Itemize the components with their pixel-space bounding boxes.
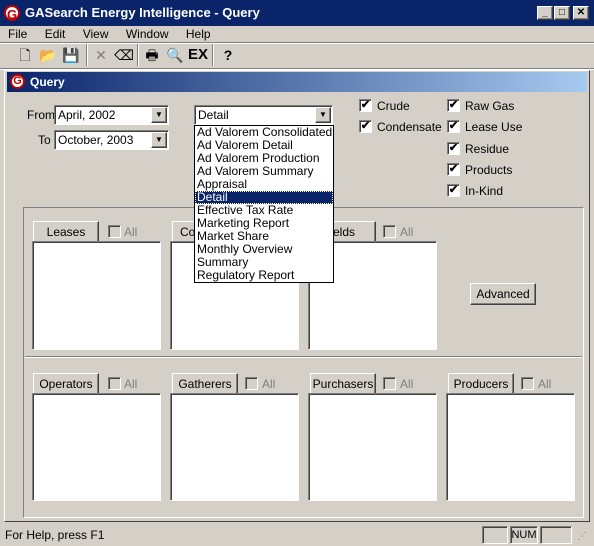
fields-all-checkbox[interactable] xyxy=(383,225,396,238)
leases-all-checkbox[interactable] xyxy=(108,225,121,238)
context-help-icon[interactable]: ? xyxy=(217,44,239,66)
delete-icon[interactable]: ✕ xyxy=(90,44,112,66)
from-date-value: April, 2002 xyxy=(58,108,116,122)
purchasers-list[interactable] xyxy=(308,393,437,501)
query-logo-icon: G xyxy=(10,74,25,89)
report-type-select[interactable]: Detail ▼ xyxy=(194,105,333,125)
close-button[interactable]: ✕ xyxy=(573,6,589,20)
operators-list[interactable] xyxy=(32,393,161,501)
query-title-bar: G Query xyxy=(7,72,587,92)
lease-use-checkbox[interactable]: ✔ xyxy=(447,120,460,133)
app-logo-icon: G xyxy=(4,5,20,22)
report-option[interactable]: Regulatory Report xyxy=(195,269,333,282)
purchasers-all-checkbox[interactable] xyxy=(383,377,396,390)
menu-edit[interactable]: Edit xyxy=(45,26,66,42)
producers-all-checkbox[interactable] xyxy=(521,377,534,390)
chevron-down-icon[interactable]: ▼ xyxy=(315,107,331,123)
report-type-value: Detail xyxy=(198,108,229,122)
query-title: Query xyxy=(30,75,65,89)
status-help-text: For Help, press F1 xyxy=(5,528,105,542)
residue-checkbox[interactable]: ✔ xyxy=(447,142,460,155)
crude-checkbox[interactable]: ✔ xyxy=(359,99,372,112)
chevron-down-icon[interactable]: ▼ xyxy=(151,107,167,123)
fields-all-label: All xyxy=(400,225,414,239)
minimize-button[interactable]: _ xyxy=(537,6,553,20)
leases-all-label: All xyxy=(124,225,138,239)
purchasers-button[interactable]: Purchasers xyxy=(310,373,376,395)
products-label: Products xyxy=(465,163,513,177)
chevron-down-icon[interactable]: ▼ xyxy=(151,132,167,148)
app-title: GASearch Energy Intelligence - Query xyxy=(25,5,260,20)
raw-gas-label: Raw Gas xyxy=(465,99,515,113)
menu-file[interactable]: File xyxy=(8,26,27,42)
producers-button[interactable]: Producers xyxy=(448,373,514,395)
menu-window[interactable]: Window xyxy=(126,26,169,42)
leases-list[interactable] xyxy=(32,241,161,350)
gatherers-all-checkbox[interactable] xyxy=(245,377,258,390)
lease-use-label: Lease Use xyxy=(465,120,523,134)
export-excel-icon[interactable]: EX xyxy=(187,44,209,66)
resize-grip-icon[interactable]: ⋰ xyxy=(577,530,591,544)
print-preview-icon[interactable]: 🔍 xyxy=(164,44,186,66)
status-pane-num: NUM xyxy=(510,526,538,544)
print-icon[interactable]: 🖶 xyxy=(141,44,163,66)
gatherers-button[interactable]: Gatherers xyxy=(172,373,238,395)
new-icon[interactable]: 🗋 xyxy=(14,44,36,66)
gatherers-list[interactable] xyxy=(170,393,299,501)
condensate-label: Condensate xyxy=(377,120,442,134)
in-kind-checkbox[interactable]: ✔ xyxy=(447,184,460,197)
status-pane-scroll xyxy=(540,526,572,544)
divider xyxy=(25,356,582,358)
report-type-dropdown[interactable]: Ad Valorem Consolidated Ad Valorem Detai… xyxy=(194,125,334,283)
crude-label: Crude xyxy=(377,99,410,113)
leases-button[interactable]: Leases xyxy=(33,221,99,243)
menu-view[interactable]: View xyxy=(83,26,109,42)
app-title-bar: G GASearch Energy Intelligence - Query _… xyxy=(0,0,594,26)
to-label: To xyxy=(38,133,51,147)
maximize-button[interactable]: □ xyxy=(554,6,570,20)
from-label: From xyxy=(27,108,55,122)
operators-all-label: All xyxy=(124,377,138,391)
purchasers-all-label: All xyxy=(400,377,414,391)
gatherers-all-label: All xyxy=(262,377,276,391)
products-checkbox[interactable]: ✔ xyxy=(447,163,460,176)
from-date-select[interactable]: April, 2002 ▼ xyxy=(54,105,169,125)
status-pane-caps xyxy=(482,526,508,544)
operators-button[interactable]: Operators xyxy=(33,373,99,395)
to-date-select[interactable]: October, 2003 ▼ xyxy=(54,130,169,150)
save-icon[interactable]: 💾 xyxy=(60,44,82,66)
open-icon[interactable]: 📂 xyxy=(37,44,59,66)
eraser-icon[interactable]: ⌫ xyxy=(113,44,135,66)
condensate-checkbox[interactable]: ✔ xyxy=(359,120,372,133)
producers-list[interactable] xyxy=(446,393,575,501)
in-kind-label: In-Kind xyxy=(465,184,504,198)
operators-all-checkbox[interactable] xyxy=(108,377,121,390)
to-date-value: October, 2003 xyxy=(58,133,134,147)
menu-help[interactable]: Help xyxy=(186,26,211,42)
advanced-button[interactable]: Advanced xyxy=(470,283,536,305)
raw-gas-checkbox[interactable]: ✔ xyxy=(447,99,460,112)
producers-all-label: All xyxy=(538,377,552,391)
menu-bar: File Edit View Window Help xyxy=(8,26,225,42)
residue-label: Residue xyxy=(465,142,510,156)
status-bar: For Help, press F1 NUM ⋰ xyxy=(0,524,594,546)
